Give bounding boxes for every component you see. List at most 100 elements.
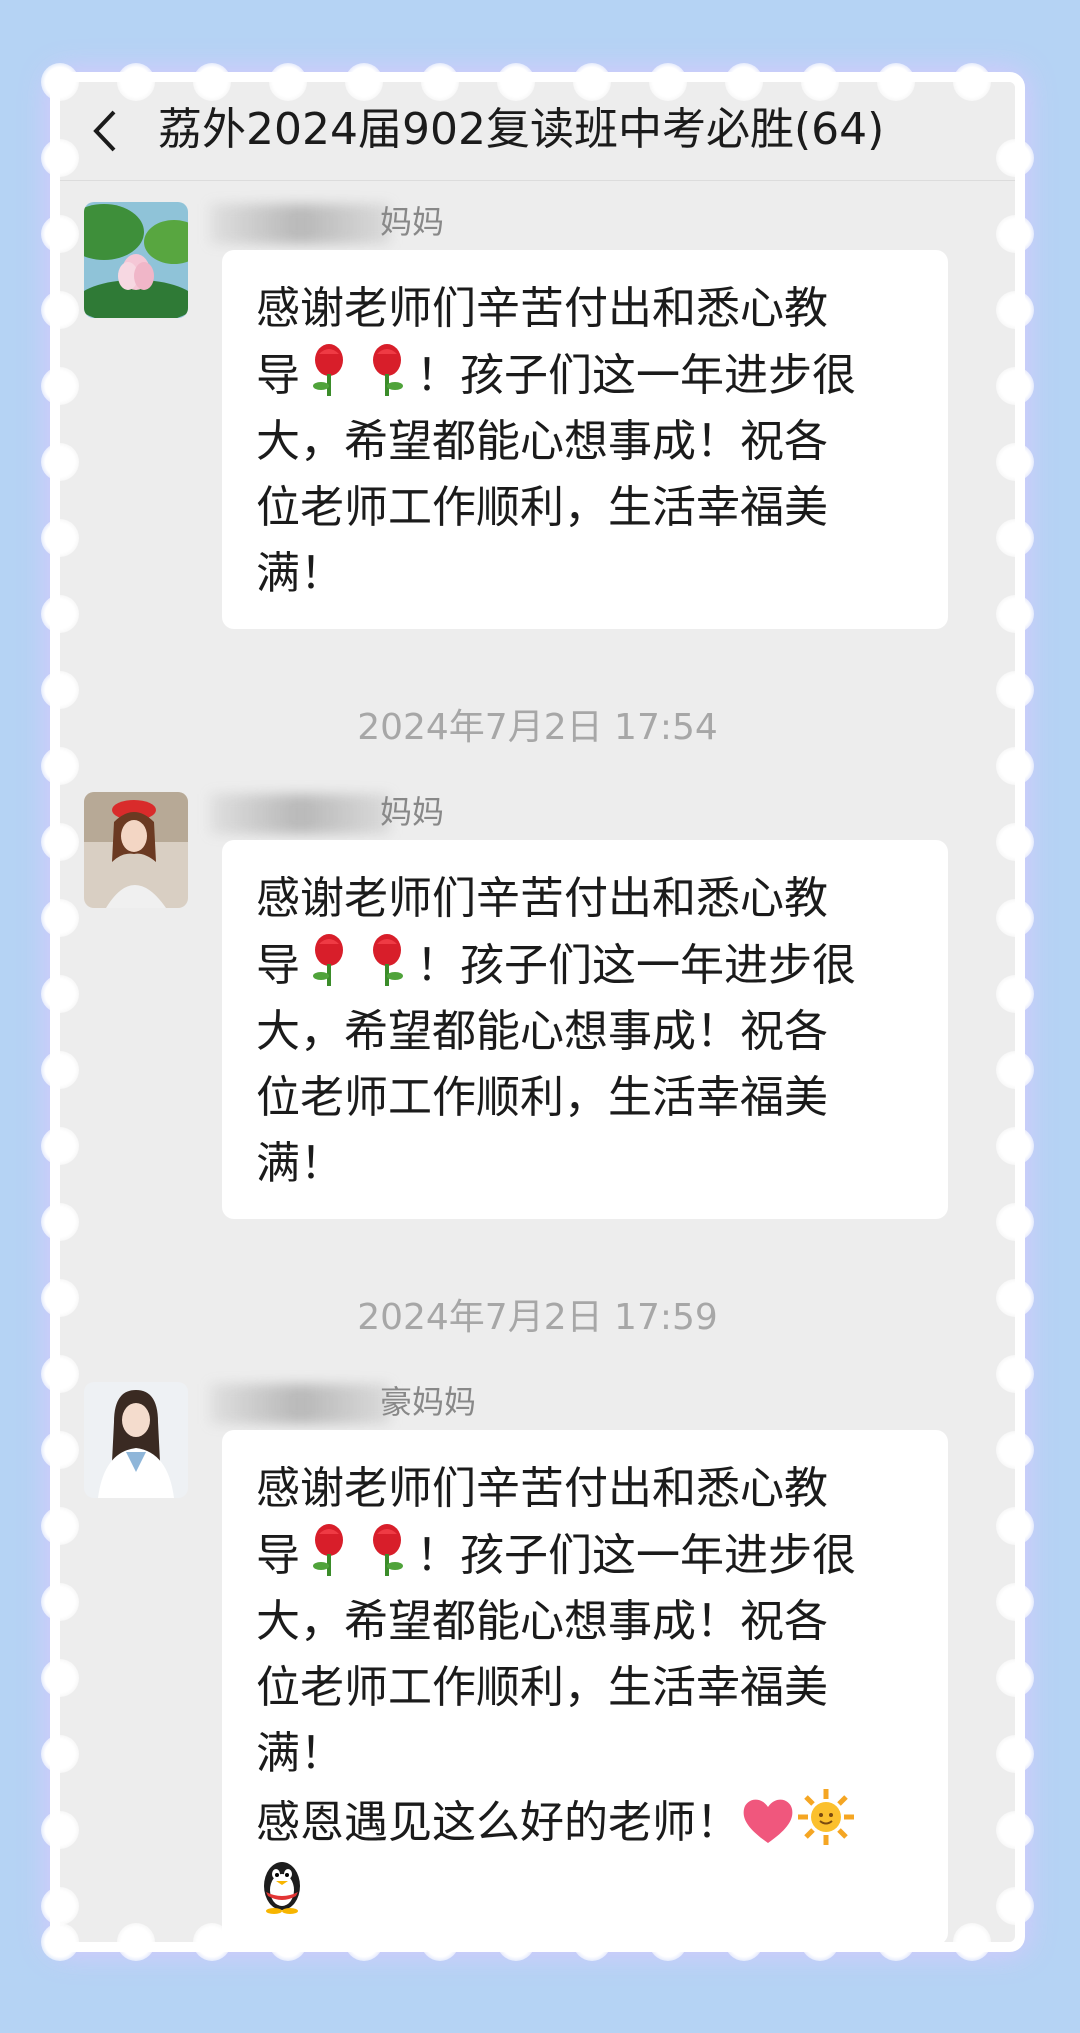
message-line: 位老师工作顺利，生活幸福美	[256, 1072, 828, 1123]
back-arrow-icon[interactable]	[84, 106, 128, 156]
border-dot	[41, 1811, 79, 1849]
border-dot	[996, 519, 1034, 557]
border-dot	[996, 595, 1034, 633]
border-dot	[41, 1887, 79, 1925]
message-line: 位老师工作顺利，生活幸福美	[256, 1662, 828, 1713]
sun-emoji-icon	[798, 1789, 854, 1845]
border-dot	[117, 1923, 155, 1961]
message-bubble[interactable]: 感谢老师们辛苦付出和悉心教 导！孩子们这一年进步很 大，希望都能心想事成！祝各 …	[222, 1430, 948, 1942]
rose-emoji-icon	[373, 1524, 403, 1576]
message-line: 感谢老师们辛苦付出和悉心教	[256, 873, 828, 924]
border-dot	[996, 1051, 1034, 1089]
blurred-name	[210, 1384, 390, 1424]
border-dot	[41, 975, 79, 1013]
border-dot	[996, 1583, 1034, 1621]
border-dot	[41, 1507, 79, 1545]
rose-emoji-icon	[313, 1524, 343, 1576]
border-dot	[996, 975, 1034, 1013]
penguin-emoji-icon	[264, 1862, 300, 1914]
border-dot	[41, 291, 79, 329]
border-dot	[996, 1279, 1034, 1317]
avatar[interactable]	[84, 792, 188, 908]
border-dot	[41, 1279, 79, 1317]
message-line	[256, 1856, 924, 1923]
border-dot	[996, 671, 1034, 709]
border-dot	[345, 63, 383, 101]
border-dot	[996, 291, 1034, 329]
message-line: 导！孩子们这一年进步很	[256, 932, 924, 999]
border-dot	[996, 139, 1034, 177]
message-line: 满！	[256, 1728, 344, 1779]
timestamp: 2024年7月2日 17:59	[357, 1297, 718, 1338]
border-dot	[193, 1923, 231, 1961]
border-dot	[41, 1051, 79, 1089]
border-dot	[41, 671, 79, 709]
border-dot	[41, 899, 79, 937]
border-dot	[996, 1127, 1034, 1165]
border-dot	[117, 63, 155, 101]
heart-emoji-icon	[743, 1799, 793, 1843]
border-dot	[497, 63, 535, 101]
blurred-name	[210, 794, 390, 834]
rose-emoji-icon	[373, 344, 403, 396]
border-dot	[801, 63, 839, 101]
avatar[interactable]	[84, 1382, 188, 1498]
border-dot	[649, 1923, 687, 1961]
message-bubble[interactable]: 感谢老师们辛苦付出和悉心教 导！孩子们这一年进步很 大，希望都能心想事成！祝各 …	[222, 250, 948, 629]
sender-name: 妈妈	[210, 202, 444, 244]
rose-emoji-icon	[313, 344, 343, 396]
border-dot	[996, 1887, 1034, 1925]
border-dot	[953, 1923, 991, 1961]
border-dot	[996, 1811, 1034, 1849]
message-line: 导！孩子们这一年进步很	[256, 1522, 924, 1589]
border-dot	[41, 1431, 79, 1469]
border-dot	[877, 63, 915, 101]
border-dot	[41, 215, 79, 253]
person-avatar-icon	[84, 792, 188, 908]
message-line: 大，希望都能心想事成！祝各	[256, 1006, 828, 1057]
border-dot	[996, 823, 1034, 861]
border-dot	[953, 63, 991, 101]
border-dot	[421, 63, 459, 101]
border-dot	[996, 443, 1034, 481]
border-dot	[41, 139, 79, 177]
message-line: 感恩遇见这么好的老师！	[256, 1787, 924, 1856]
border-dot	[497, 1923, 535, 1961]
chat-title[interactable]: 荔外2024届902复读班中考必胜(64)	[158, 100, 998, 160]
border-dot	[996, 1507, 1034, 1545]
message-bubble[interactable]: 感谢老师们辛苦付出和悉心教 导！孩子们这一年进步很 大，希望都能心想事成！祝各 …	[222, 840, 948, 1219]
message-line: 满！	[256, 548, 344, 599]
border-dot	[421, 1923, 459, 1961]
border-dot	[41, 595, 79, 633]
border-dot	[996, 1431, 1034, 1469]
border-dot	[41, 1203, 79, 1241]
border-dot	[41, 1355, 79, 1393]
border-dot	[41, 1659, 79, 1697]
message-line: 位老师工作顺利，生活幸福美	[256, 482, 828, 533]
border-dot	[996, 1355, 1034, 1393]
border-dot	[801, 1923, 839, 1961]
border-dot	[649, 63, 687, 101]
rose-emoji-icon	[373, 934, 403, 986]
border-dot	[41, 1127, 79, 1165]
blurred-name	[210, 204, 390, 244]
border-dot	[996, 899, 1034, 937]
border-dot	[725, 63, 763, 101]
border-dot	[345, 1923, 383, 1961]
border-dot	[41, 63, 79, 101]
avatar[interactable]	[84, 202, 188, 318]
sender-name: 豪妈妈	[210, 1382, 476, 1424]
message-line: 大，希望都能心想事成！祝各	[256, 1596, 828, 1647]
border-dot	[725, 1923, 763, 1961]
border-dot	[877, 1923, 915, 1961]
border-dot	[996, 1735, 1034, 1773]
border-dot	[41, 1735, 79, 1773]
border-dot	[996, 215, 1034, 253]
message-line: 满！	[256, 1138, 344, 1189]
border-dot	[41, 519, 79, 557]
border-dot	[41, 367, 79, 405]
border-dot	[269, 1923, 307, 1961]
border-dot	[996, 1659, 1034, 1697]
border-dot	[41, 443, 79, 481]
person-avatar-icon	[84, 1382, 188, 1498]
